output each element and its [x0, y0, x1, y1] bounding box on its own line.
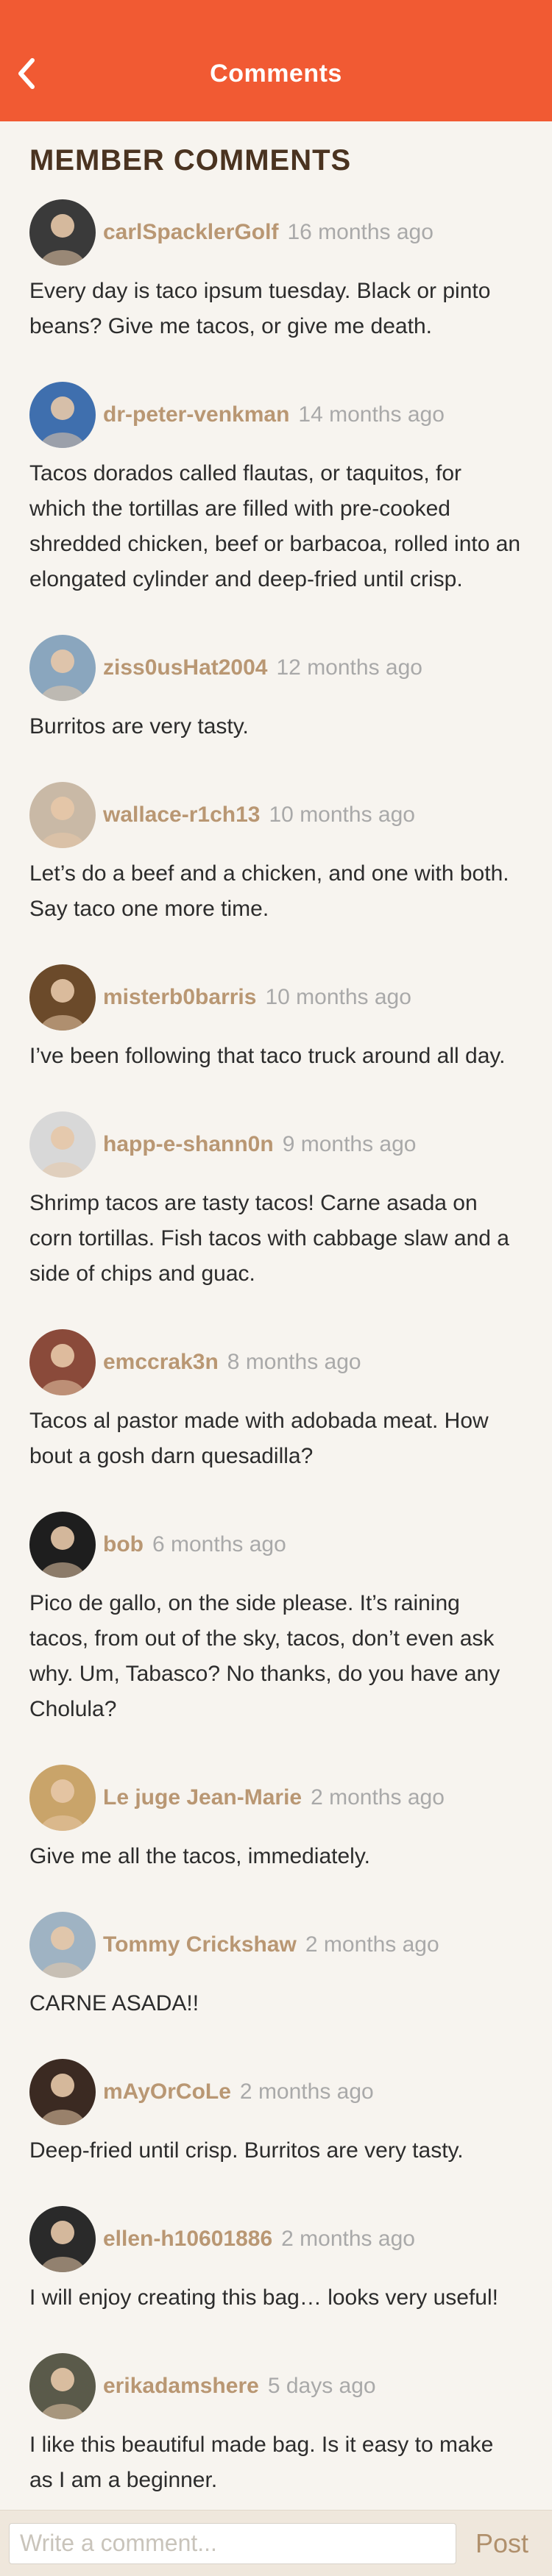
comment-meta: ziss0usHat2004 12 months ago — [29, 634, 523, 702]
avatar[interactable] — [29, 2206, 96, 2272]
chevron-left-icon — [18, 58, 35, 89]
comment-item: ziss0usHat2004 12 months ago Burritos are … — [0, 628, 552, 744]
avatar[interactable] — [29, 2353, 96, 2419]
comment-username[interactable]: mAyOrCoLe — [103, 2079, 231, 2104]
comment-timestamp: 8 months ago — [227, 1350, 361, 1374]
comment-text: Let’s do a beef and a chicken, and one w… — [29, 861, 509, 921]
comment-username[interactable]: misterb0barris — [103, 985, 256, 1010]
comment-timestamp: 16 months ago — [287, 220, 434, 244]
avatar[interactable] — [29, 1111, 96, 1178]
comment-meta: carlSpacklerGolf 16 months ago — [29, 199, 523, 266]
comment-timestamp: 2 months ago — [239, 2079, 374, 2104]
comment-item: happ-e-shann0n 9 months ago Shrimp tacos a… — [0, 1105, 552, 1292]
comment-text: Give me all the tacos, immediately. — [29, 1844, 370, 1868]
comment-text: Deep-fried until crisp. Burritos are ver… — [29, 2138, 464, 2163]
comment-username[interactable]: erikadamshere — [103, 2374, 259, 2399]
comment-meta: wallace-r1ch13 10 months ago — [29, 781, 523, 849]
comment-composer: Post — [0, 2510, 552, 2576]
comment-text: I’ve been following that taco truck arou… — [29, 1044, 506, 1068]
avatar[interactable] — [29, 1329, 96, 1395]
comment-item: carlSpacklerGolf 16 months ago Every day i… — [0, 193, 552, 344]
top-app-bar: Comments — [0, 0, 552, 121]
comment-timestamp: 5 days ago — [267, 2374, 376, 2398]
comment-username[interactable]: ziss0usHat2004 — [103, 655, 267, 680]
comment-item: ellen-h10601886 2 months ago I will enjoy … — [0, 2199, 552, 2316]
avatar[interactable] — [29, 1765, 96, 1831]
comment-item: erikadamshere 5 days ago I like this beaut… — [0, 2346, 552, 2498]
comment-text: Shrimp tacos are tasty tacos! Carne asad… — [29, 1191, 509, 1286]
comment-meta: Le juge Jean-Marie 2 months ago — [29, 1764, 523, 1832]
comment-meta: ellen-h10601886 2 months ago — [29, 2205, 523, 2273]
comment-timestamp: 6 months ago — [152, 1532, 286, 1556]
comment-timestamp: 9 months ago — [282, 1132, 417, 1156]
section-title: MEMBER COMMENTS — [29, 144, 352, 177]
avatar[interactable] — [29, 1512, 96, 1578]
comment-text: Pico de gallo, on the side please. It’s … — [29, 1591, 500, 1721]
comment-meta: erikadamshere 5 days ago — [29, 2352, 523, 2420]
comment-item: misterb0barris 10 months ago I’ve been fol… — [0, 958, 552, 1074]
comment-text: Burritos are very tasty. — [29, 714, 249, 739]
comment-username[interactable]: carlSpacklerGolf — [103, 220, 278, 245]
comment-meta: emccrak3n 8 months ago — [29, 1328, 523, 1396]
comment-item: Tommy Crickshaw 2 months ago CARNE ASADA!! — [0, 1905, 552, 2021]
comment-timestamp: 14 months ago — [298, 402, 445, 427]
comment-item: wallace-r1ch13 10 months ago Let’s do a be… — [0, 775, 552, 927]
comment-text: Every day is taco ipsum tuesday. Black o… — [29, 279, 491, 338]
avatar[interactable] — [29, 1912, 96, 1978]
avatar[interactable] — [29, 199, 96, 266]
comment-text: Tacos al pastor made with adobada meat. … — [29, 1409, 489, 1468]
comment-item: bob 6 months ago Pico de gallo, on the sid… — [0, 1505, 552, 1727]
comment-meta: happ-e-shann0n 9 months ago — [29, 1111, 523, 1178]
comment-timestamp: 10 months ago — [269, 803, 415, 827]
page-title: Comments — [210, 60, 342, 88]
comment-username[interactable]: bob — [103, 1532, 144, 1557]
comment-timestamp: 2 months ago — [311, 1785, 445, 1810]
avatar[interactable] — [29, 2059, 96, 2125]
comment-item: dr-peter-venkman 14 months ago Tacos dorad… — [0, 375, 552, 597]
avatar[interactable] — [29, 635, 96, 701]
comment-meta: Tommy Crickshaw 2 months ago — [29, 1911, 523, 1979]
post-button[interactable]: Post — [475, 2528, 528, 2559]
comment-username[interactable]: wallace-r1ch13 — [103, 803, 260, 828]
comment-timestamp: 12 months ago — [276, 655, 422, 680]
comment-meta: bob 6 months ago — [29, 1511, 523, 1579]
comment-meta: dr-peter-venkman 14 months ago — [29, 381, 523, 449]
avatar[interactable] — [29, 782, 96, 848]
comment-username[interactable]: Le juge Jean-Marie — [103, 1785, 302, 1810]
comment-meta: mAyOrCoLe 2 months ago — [29, 2058, 523, 2126]
avatar[interactable] — [29, 382, 96, 448]
comment-text: Tacos dorados called flautas, or taquito… — [29, 461, 521, 591]
avatar[interactable] — [29, 964, 96, 1031]
comment-item: emccrak3n 8 months ago Tacos al pastor mad… — [0, 1323, 552, 1474]
comment-text: I like this beautiful made bag. Is it ea… — [29, 2433, 494, 2492]
comment-item: Le juge Jean-Marie 2 months ago Give me al… — [0, 1758, 552, 1874]
comment-list: carlSpacklerGolf 16 months ago Every day i… — [0, 193, 552, 2498]
comment-timestamp: 10 months ago — [265, 985, 411, 1009]
comment-username[interactable]: dr-peter-venkman — [103, 402, 289, 427]
comment-timestamp: 2 months ago — [281, 2227, 415, 2251]
comment-username[interactable]: Tommy Crickshaw — [103, 1932, 297, 1957]
comment-text: I will enjoy creating this bag… looks ve… — [29, 2285, 498, 2310]
comment-meta: misterb0barris 10 months ago — [29, 964, 523, 1031]
comment-username[interactable]: happ-e-shann0n — [103, 1132, 274, 1157]
comment-item: mAyOrCoLe 2 months ago Deep-fried until cr… — [0, 2052, 552, 2168]
comment-username[interactable]: ellen-h10601886 — [103, 2227, 272, 2252]
comment-timestamp: 2 months ago — [305, 1932, 439, 1957]
back-button[interactable] — [10, 53, 43, 94]
comment-username[interactable]: emccrak3n — [103, 1350, 219, 1375]
comment-text: CARNE ASADA!! — [29, 1991, 199, 2015]
comment-input[interactable] — [9, 2522, 456, 2564]
